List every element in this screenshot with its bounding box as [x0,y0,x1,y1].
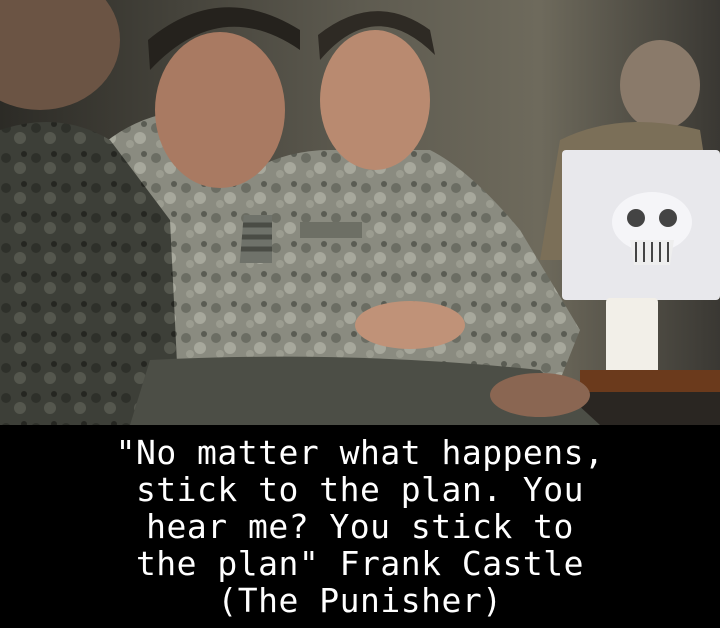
quote-text: "No matter what happens, stick to the pl… [116,434,605,619]
name-tape [300,222,362,238]
quote-line: stick to the plan. You [135,470,585,509]
gesturing-hand [355,301,465,349]
quote-line: hear me? You stick to [146,507,574,546]
photo-illustration [0,0,720,425]
soldier-right-head [320,30,430,170]
quote-line: the plan" Frank Castle [135,544,585,583]
foreground-hand [490,373,590,417]
background-person-head [620,40,700,130]
soldier-middle-head [155,32,285,188]
scene-photo [0,0,720,425]
coffee-cup [606,298,658,376]
quote-line: (The Punisher) [217,581,503,620]
desk-item [580,370,720,392]
quote-caption: "No matter what happens, stick to the pl… [0,425,720,628]
quote-line: "No matter what happens, [115,433,605,472]
